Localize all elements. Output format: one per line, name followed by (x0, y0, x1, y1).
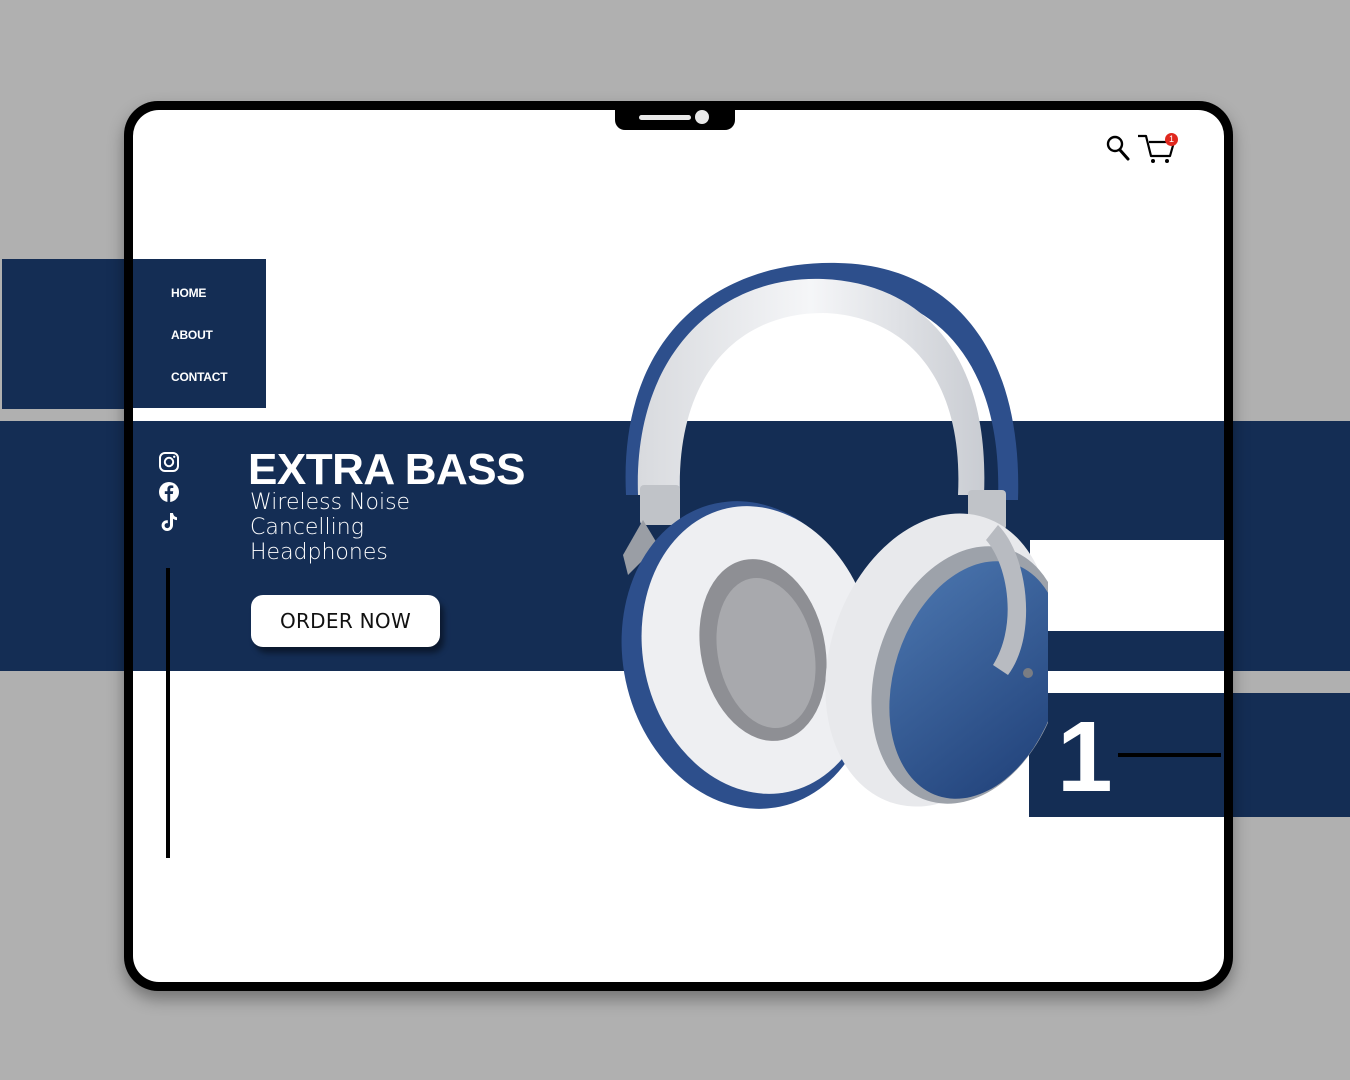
facebook-icon[interactable] (158, 481, 180, 503)
slide-number-line (1118, 753, 1221, 757)
hero-subtitle-line: Headphones (250, 540, 388, 565)
nav-menu: HOME ABOUT CONTACT (133, 259, 266, 408)
order-now-button[interactable]: ORDER NOW (251, 595, 440, 647)
speaker-bar (639, 115, 691, 120)
tiktok-icon[interactable] (158, 511, 180, 533)
strip-cutout-1 (1030, 540, 1224, 631)
bg-band-right-4 (1233, 693, 1350, 817)
search-icon[interactable] (1105, 134, 1131, 162)
bg-band-right-2 (1233, 513, 1350, 540)
nav-home[interactable]: HOME (171, 286, 206, 300)
screen: HOME ABOUT CONTACT 1 EXTRA BASS Wireless… (133, 110, 1224, 982)
nav-contact[interactable]: CONTACT (171, 370, 228, 384)
nav-about[interactable]: ABOUT (171, 328, 213, 342)
bg-band-right-1 (1233, 421, 1350, 461)
bg-band-right-3 (1233, 631, 1350, 671)
cart-count: 1 (1168, 134, 1174, 144)
camera-notch (615, 104, 735, 130)
hero-subtitle-line: Wireless Noise (250, 490, 411, 515)
camera-dot (695, 110, 709, 124)
hero-subtitle-line: Cancelling (250, 515, 364, 540)
hero-subtitle: Wireless Noise Cancelling Headphones (250, 490, 450, 565)
scroll-indicator-line (166, 568, 170, 858)
cart-count-badge: 1 (1165, 133, 1178, 146)
slide-number: 1 (1057, 701, 1113, 813)
headphones-image (621, 262, 1048, 809)
instagram-icon[interactable] (158, 451, 180, 473)
hero-title: EXTRA BASS (248, 445, 525, 494)
